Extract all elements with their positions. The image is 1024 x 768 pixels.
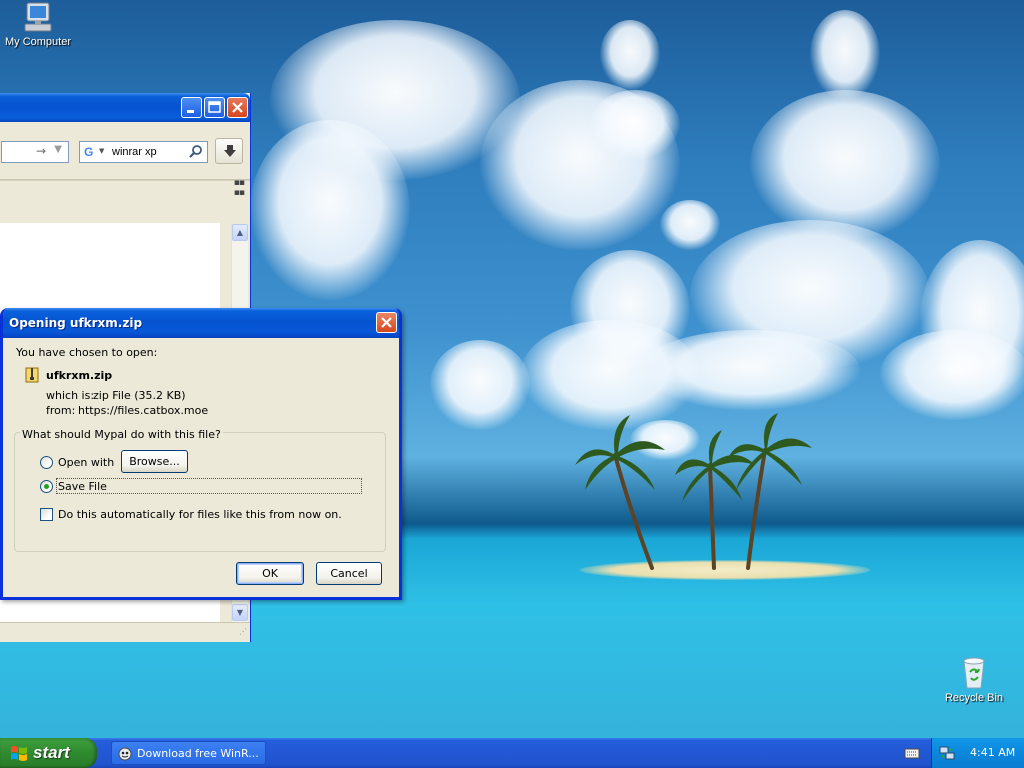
scroll-down-button[interactable]: ▼ [232,604,248,621]
clock: 4:41 AM [970,746,1016,759]
browse-button[interactable]: Browse... [121,450,188,473]
minimize-icon [187,110,194,113]
taskbar-item-label: Download free WinR... [137,747,259,760]
cloud [750,90,940,240]
search-icon[interactable] [188,144,204,160]
maximize-button[interactable] [204,97,225,118]
go-arrow-icon[interactable]: → [36,144,46,158]
from-label: from: [46,404,76,417]
search-query: winrar xp [112,146,157,158]
my-computer-icon [24,2,52,32]
cancel-button[interactable]: Cancel [316,562,382,585]
desktop-icon-label: Recycle Bin [944,692,1004,704]
save-file-label[interactable]: Save File [58,480,107,493]
search-input[interactable]: G ▼ winrar xp [79,141,208,163]
minimize-button[interactable] [181,97,202,118]
cloud [810,10,880,100]
cloud [590,90,680,160]
maximize-icon [208,101,221,113]
zip-file-icon [25,367,39,383]
save-file-radio[interactable] [40,480,53,493]
windows-logo-icon [11,746,27,761]
bookmarks-strip: ▪▪ ▪▪ [0,178,250,224]
start-label: start [33,743,70,762]
close-icon [232,102,243,113]
resize-grip-icon[interactable]: ⋰ [239,627,247,636]
close-icon [381,317,392,328]
dialog-intro: You have chosen to open: [16,346,158,359]
auto-label[interactable]: Do this automatically for files like thi… [58,508,342,521]
cloud [640,330,860,410]
file-source: https://files.catbox.moe [78,404,209,417]
dropdown-icon[interactable]: ▼ [54,144,62,155]
cloud [250,120,410,300]
cloud [430,340,530,430]
keyboard-icon[interactable] [904,746,920,760]
desktop-icon-label: My Computer [4,36,72,48]
toolbar-grip-icon[interactable]: ▪▪ ▪▪ [234,178,245,198]
auto-checkbox[interactable] [40,508,53,521]
cloud [600,20,660,90]
dialog-titlebar[interactable]: Opening ufkrxm.zip [3,308,399,338]
ok-button[interactable]: OK [236,562,304,585]
search-engine-dropdown-icon[interactable]: ▼ [99,147,104,155]
recycle-bin-icon [963,657,985,689]
groupbox-question: What should Mypal do with this file? [20,428,223,441]
file-type: zip File (35.2 KB) [93,389,186,402]
system-tray: 4:41 AM [931,738,1024,768]
which-is-label: which is: [46,389,95,402]
open-with-radio[interactable] [40,456,53,469]
cloud [880,330,1024,420]
downloads-button[interactable] [215,138,243,164]
dialog-close-button[interactable] [376,312,397,333]
status-bar: ⋰ [0,622,250,642]
desktop-icon-my-computer[interactable]: My Computer [0,2,76,48]
browser-toolbar: → ▼ G ▼ winrar xp [0,122,250,180]
taskbar: start Download free WinR... 4:41 AM [0,738,1024,768]
cloud [660,200,720,250]
palm-trees [575,413,812,570]
close-button[interactable] [227,97,248,118]
open-with-label[interactable]: Open with [58,456,114,469]
download-arrow-icon [224,145,236,157]
address-bar[interactable]: → ▼ [1,141,69,163]
scroll-up-button[interactable]: ▲ [232,224,248,241]
start-button[interactable]: start [0,738,97,768]
dialog-title: Opening ufkrxm.zip [9,316,143,330]
desktop-icon-recycle-bin[interactable]: Recycle Bin [936,656,1012,704]
network-icon[interactable] [939,746,955,761]
mypal-icon [118,747,132,761]
taskbar-item-browser[interactable]: Download free WinR... [111,741,266,765]
file-name: ufkrxm.zip [46,369,113,382]
browser-titlebar[interactable] [0,93,250,122]
google-icon[interactable]: G [84,145,93,159]
